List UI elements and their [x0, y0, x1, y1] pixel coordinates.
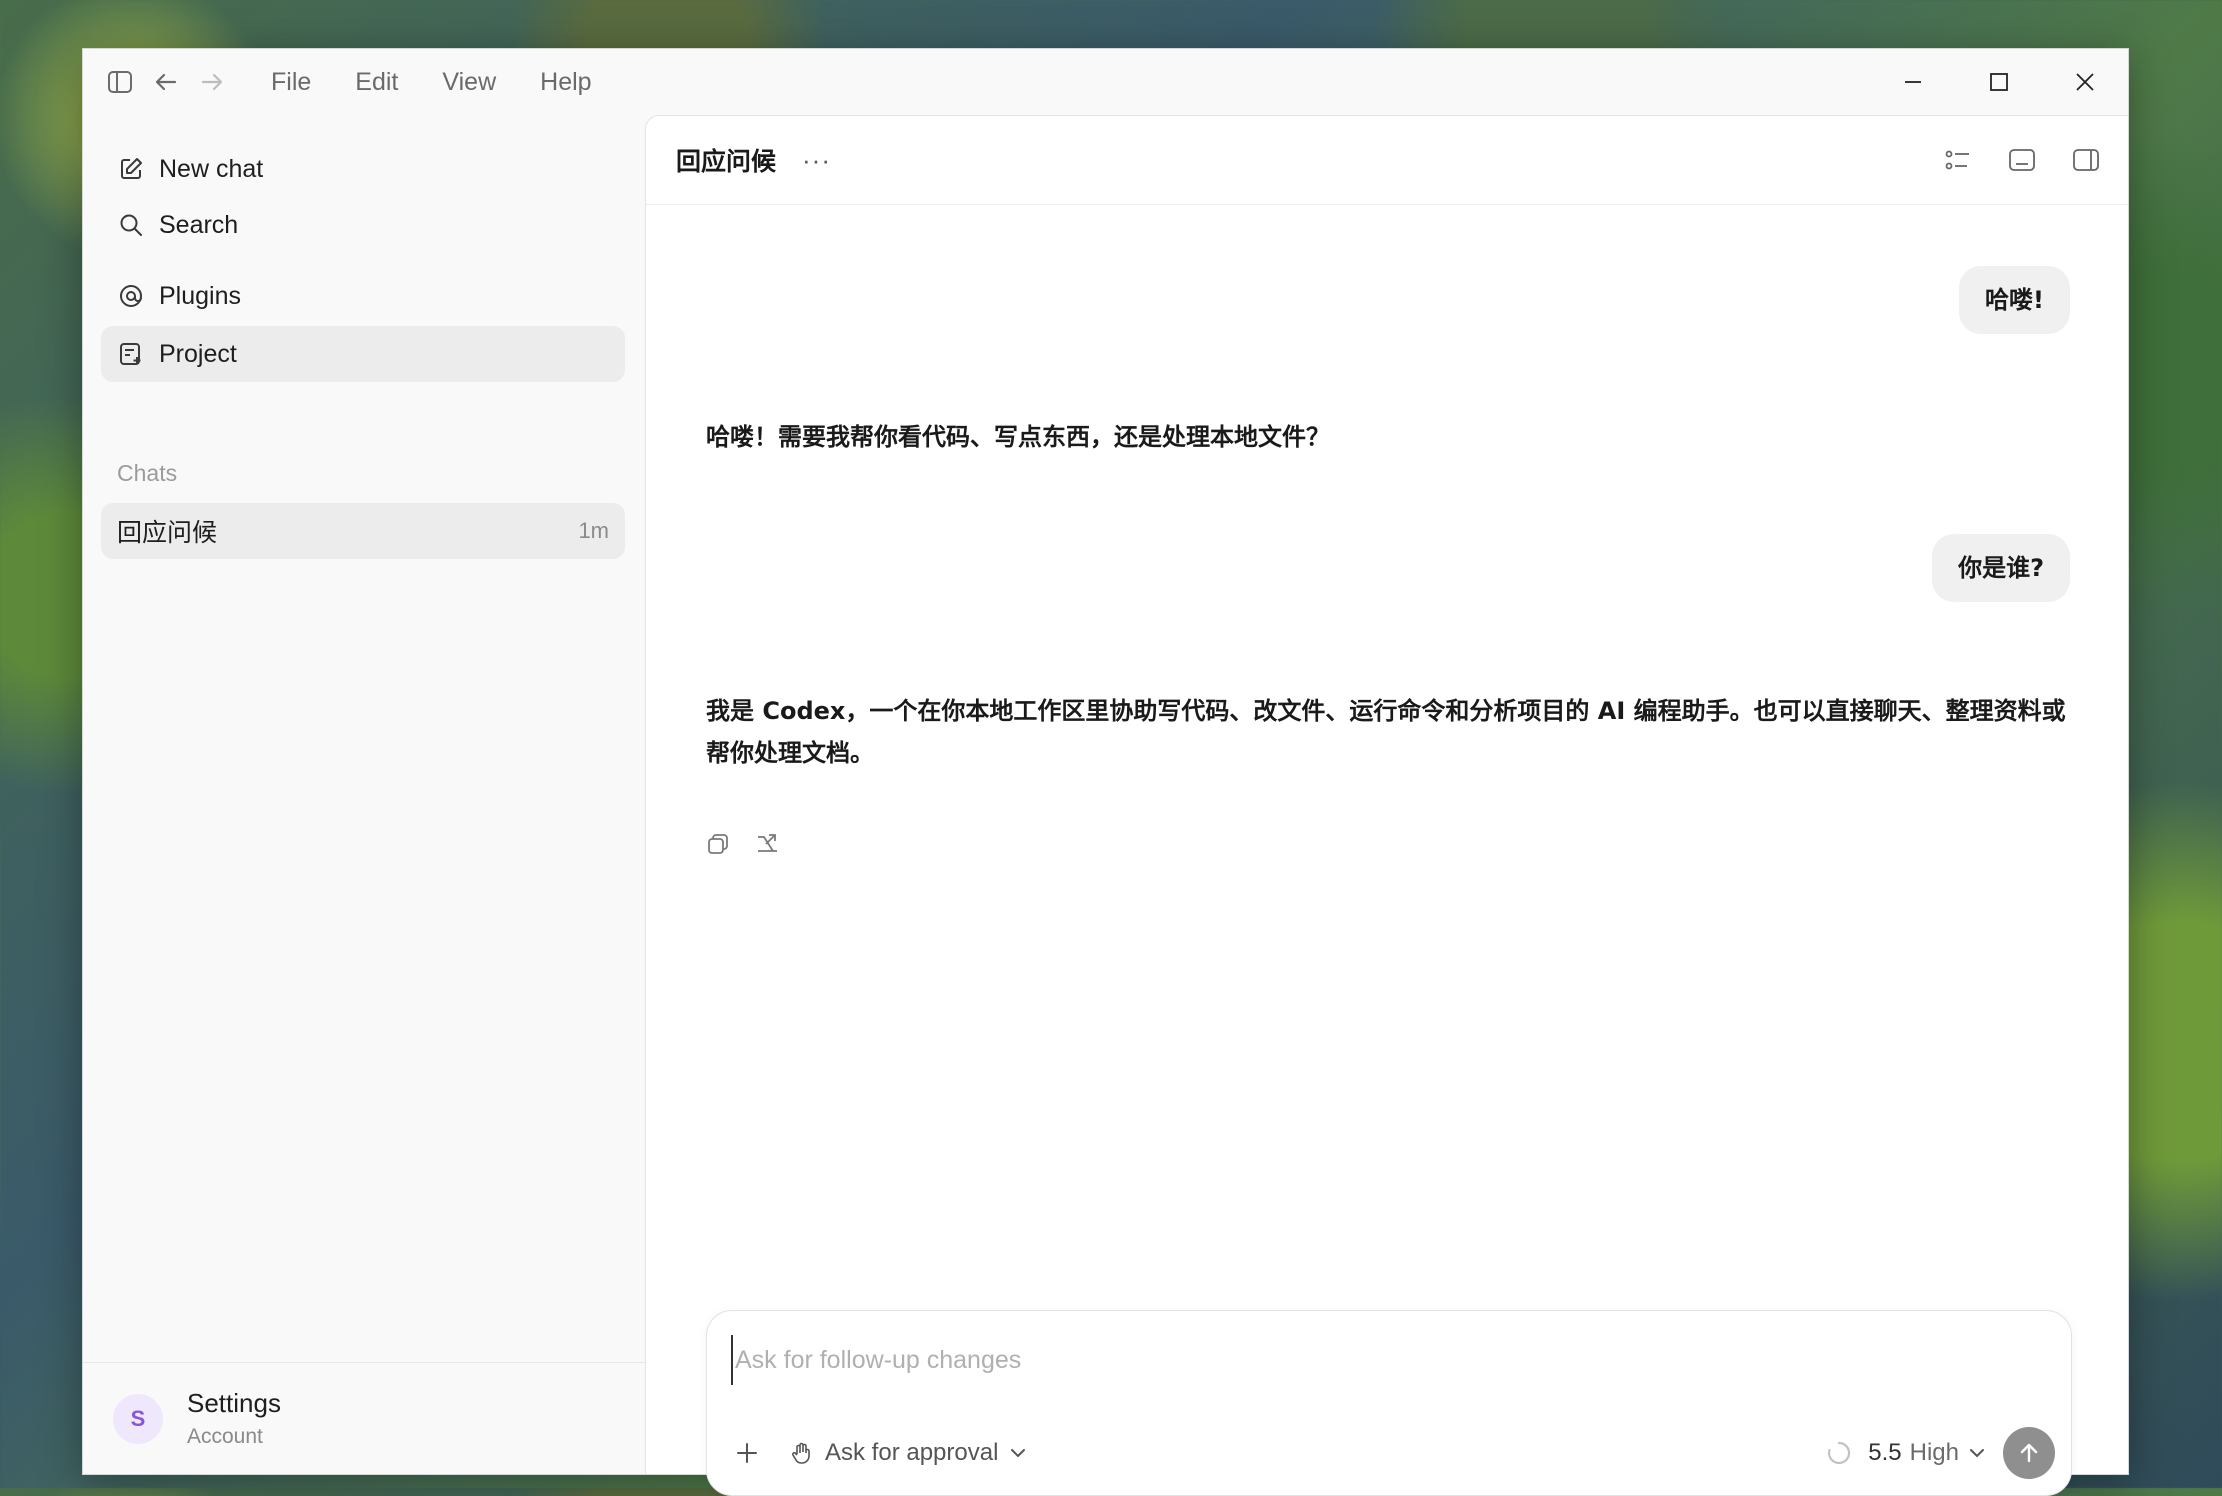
toggle-sidebar-icon[interactable]	[97, 59, 143, 105]
follow-up-input[interactable]	[731, 1335, 2047, 1385]
add-attachment-button[interactable]	[723, 1429, 771, 1477]
avatar: S	[113, 1393, 163, 1444]
bottom-panel-icon[interactable]	[1994, 134, 2050, 186]
maximize-icon[interactable]	[1956, 49, 2042, 115]
project-button[interactable]: Project	[101, 326, 625, 382]
menu-file[interactable]: File	[249, 49, 333, 115]
copy-icon[interactable]	[702, 828, 734, 860]
chat-panel: 回应问候 ··· 哈喽! 哈喽！需要我帮你看代码、写点东西，还是处理本地文件？ …	[645, 115, 2128, 1496]
chat-item-time: 1m	[578, 518, 609, 543]
plugins-label: Plugins	[159, 281, 241, 310]
at-sign-icon	[117, 282, 145, 310]
model-effort: High	[1909, 1439, 1959, 1466]
chat-list-item[interactable]: 回应问候 1m	[101, 503, 625, 559]
back-arrow-icon[interactable]	[143, 59, 189, 105]
sidebar: New chat Search Plugins Project Chats 回应…	[83, 115, 645, 1474]
plus-icon	[737, 1443, 757, 1463]
menu-help[interactable]: Help	[518, 49, 613, 115]
task-list-icon[interactable]	[1930, 134, 1986, 186]
settings-label: Settings	[187, 1388, 281, 1418]
loading-spinner-icon	[1826, 1440, 1852, 1466]
edit-icon	[117, 155, 145, 183]
titlebar: File Edit View Help	[83, 49, 2128, 115]
assistant-message: 哈喽！需要我帮你看代码、写点东西，还是处理本地文件？	[706, 423, 1330, 451]
chats-heading: Chats	[117, 460, 178, 486]
menu-edit[interactable]: Edit	[333, 49, 420, 115]
app-window: File Edit View Help New chat Search Plug…	[82, 48, 2129, 1496]
search-label: Search	[159, 210, 239, 239]
thread-header: 回应问候 ···	[646, 116, 2128, 205]
new-chat-label: New chat	[159, 154, 264, 183]
close-icon[interactable]	[2042, 49, 2128, 115]
arrow-up-icon	[2020, 1443, 2038, 1463]
fork-icon[interactable]	[752, 828, 784, 860]
menu-view[interactable]: View	[420, 49, 518, 115]
account-label: Account	[187, 1425, 263, 1448]
chat-item-title: 回应问候	[117, 518, 218, 547]
right-panel-icon[interactable]	[2058, 134, 2114, 186]
send-button[interactable]	[2003, 1427, 2055, 1479]
new-chat-button[interactable]: New chat	[101, 141, 625, 197]
message-actions	[702, 828, 784, 860]
project-icon	[117, 340, 145, 368]
chevron-down-icon	[1970, 1449, 1984, 1458]
thread-title: 回应问候	[676, 147, 777, 176]
menu-bar: File Edit View Help	[249, 49, 614, 115]
minimize-icon[interactable]	[1870, 49, 1956, 115]
forward-arrow-icon[interactable]	[189, 59, 235, 105]
user-message: 你是谁?	[1932, 534, 2070, 602]
assistant-message: 我是 Codex，一个在你本地工作区里协助写代码、改文件、运行命令和分析项目的 …	[706, 697, 2066, 767]
user-message: 哈喽!	[1959, 266, 2070, 334]
model-selector[interactable]: 5.5 High	[1868, 1439, 1987, 1467]
chevron-down-icon	[1011, 1449, 1026, 1458]
project-label: Project	[159, 339, 237, 368]
more-options-icon[interactable]: ···	[802, 145, 831, 176]
composer: Ask for approval 5.5 High	[706, 1310, 2072, 1496]
search-icon	[117, 211, 145, 239]
plugins-button[interactable]: Plugins	[101, 268, 625, 324]
account-settings[interactable]: S Settings Account	[83, 1362, 645, 1474]
approval-label: Ask for approval	[825, 1439, 999, 1466]
approval-mode-dropdown[interactable]: Ask for approval	[789, 1439, 1028, 1467]
search-button[interactable]: Search	[101, 197, 625, 253]
model-version: 5.5	[1868, 1439, 1902, 1466]
hand-icon	[792, 1442, 810, 1464]
